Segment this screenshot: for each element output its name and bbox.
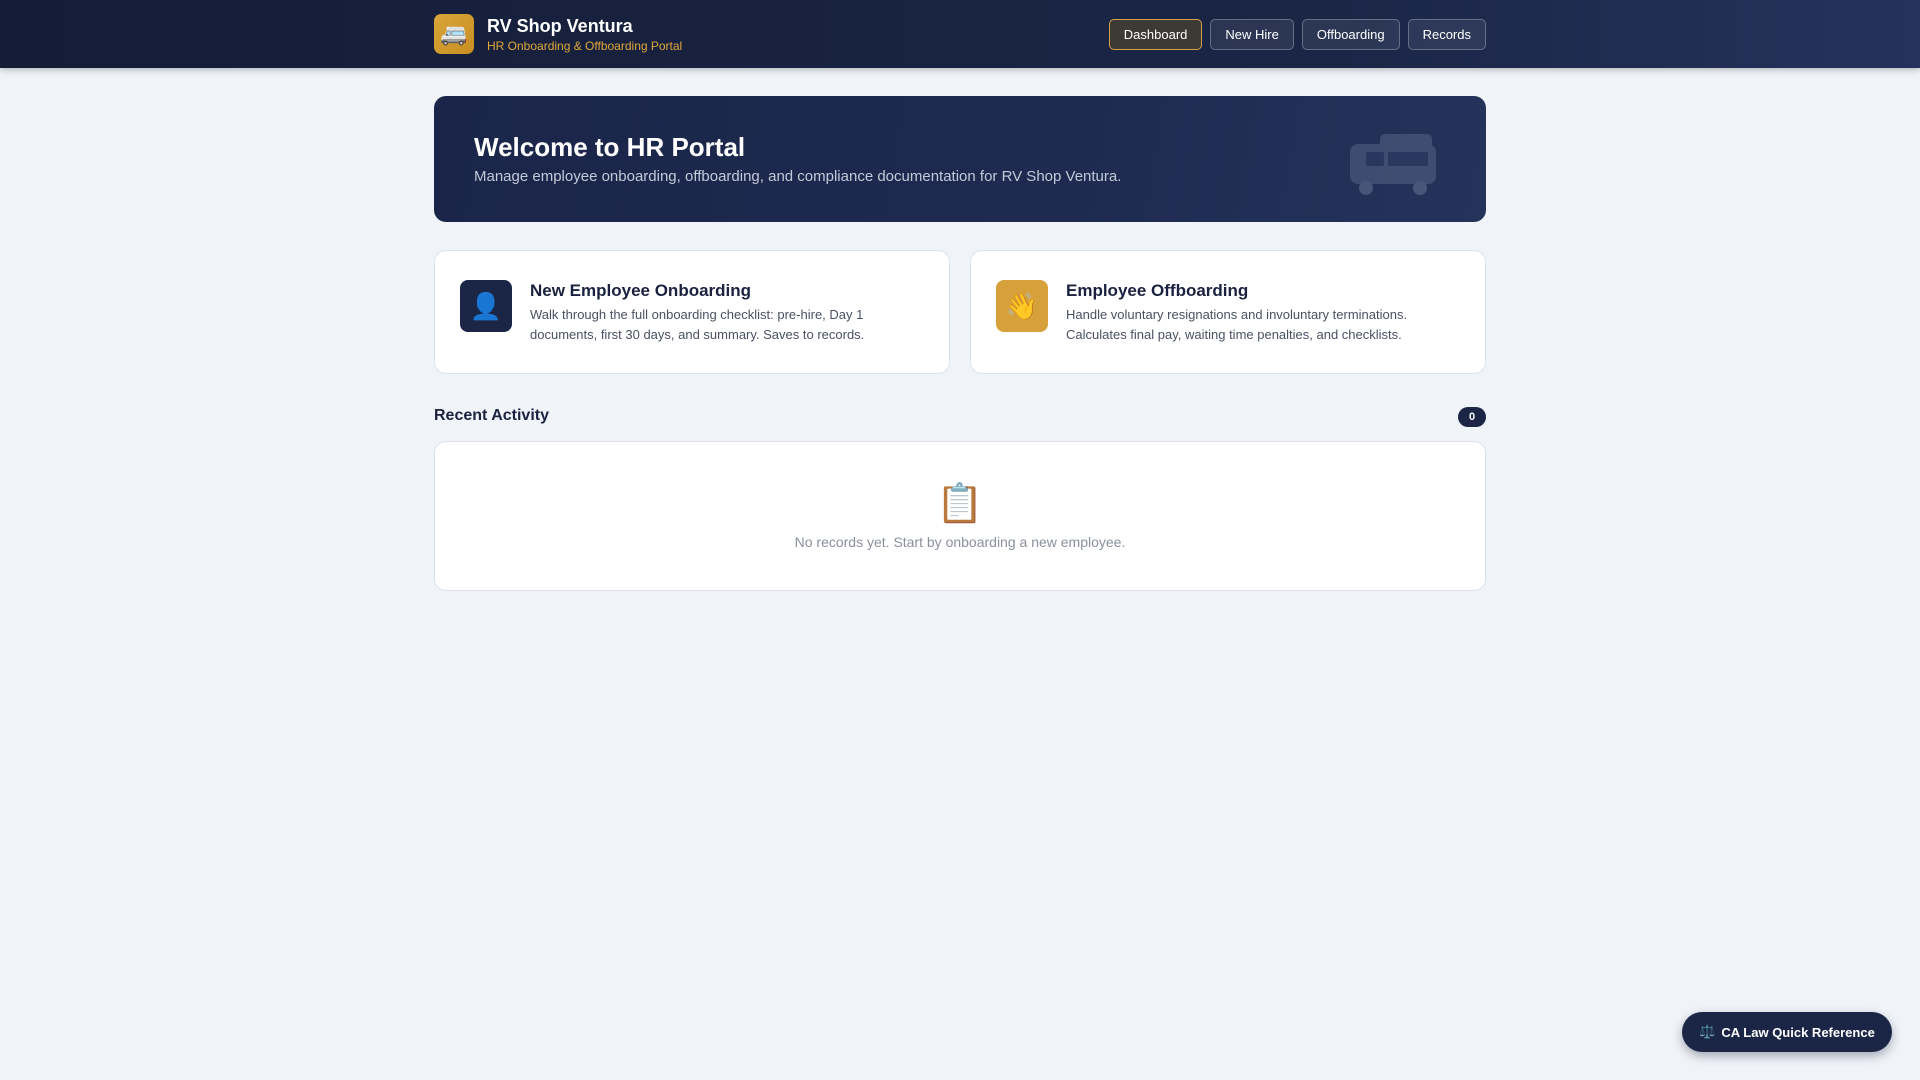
- ca-law-reference-button[interactable]: ⚖️ CA Law Quick Reference: [1682, 1012, 1892, 1052]
- brand-text: RV Shop Ventura HR Onboarding & Offboard…: [487, 15, 682, 54]
- onboarding-card[interactable]: 👤 New Employee Onboarding Walk through t…: [434, 250, 950, 374]
- person-glyph: 👤: [469, 290, 503, 321]
- ca-law-reference-label: CA Law Quick Reference: [1721, 1024, 1875, 1040]
- scales-icon: ⚖️: [1699, 1024, 1716, 1039]
- recent-activity-title: Recent Activity: [434, 407, 549, 424]
- waving-hand-icon: 👋: [996, 280, 1048, 332]
- nav-new-hire-button[interactable]: New Hire: [1210, 19, 1294, 50]
- main-nav: Dashboard New Hire Offboarding Records: [1108, 19, 1486, 50]
- waving-hand-glyph: 👋: [1005, 290, 1039, 321]
- rv-bus-icon: 🚐: [434, 14, 474, 54]
- person-icon: 👤: [460, 280, 512, 332]
- empty-state-text: No records yet. Start by onboarding a ne…: [794, 534, 1126, 550]
- offboarding-card-title: Employee Offboarding: [1066, 281, 1249, 300]
- recent-activity-panel: 📋 No records yet. Start by onboarding a …: [434, 441, 1486, 591]
- offboarding-card[interactable]: 👋 Employee Offboarding Handle voluntary …: [970, 250, 1486, 374]
- welcome-banner: Welcome to HR Portal Manage employee onb…: [434, 96, 1486, 222]
- hero-description: Manage employee onboarding, offboarding,…: [474, 168, 1122, 185]
- top-navigation-bar: 🚐 RV Shop Ventura HR Onboarding & Offboa…: [0, 0, 1920, 68]
- nav-offboarding-button[interactable]: Offboarding: [1301, 19, 1400, 50]
- onboarding-card-description: Walk through the full onboarding checkli…: [530, 307, 865, 342]
- nav-dashboard-button[interactable]: Dashboard: [1108, 19, 1203, 50]
- rv-van-icon: [1350, 134, 1436, 195]
- clipboard-icon: 📋: [936, 483, 984, 525]
- brand: 🚐 RV Shop Ventura HR Onboarding & Offboa…: [434, 14, 682, 54]
- offboarding-card-description: Handle voluntary resignations and involu…: [1066, 307, 1408, 342]
- activity-count-badge: 0: [1458, 407, 1486, 427]
- nav-records-button[interactable]: Records: [1407, 19, 1486, 50]
- hero-title: Welcome to HR Portal: [474, 132, 746, 162]
- onboarding-card-title: New Employee Onboarding: [530, 281, 752, 300]
- logo-glyph: 🚐: [440, 21, 468, 46]
- app-title: RV Shop Ventura: [487, 15, 633, 36]
- app-subtitle: HR Onboarding & Offboarding Portal: [487, 38, 683, 53]
